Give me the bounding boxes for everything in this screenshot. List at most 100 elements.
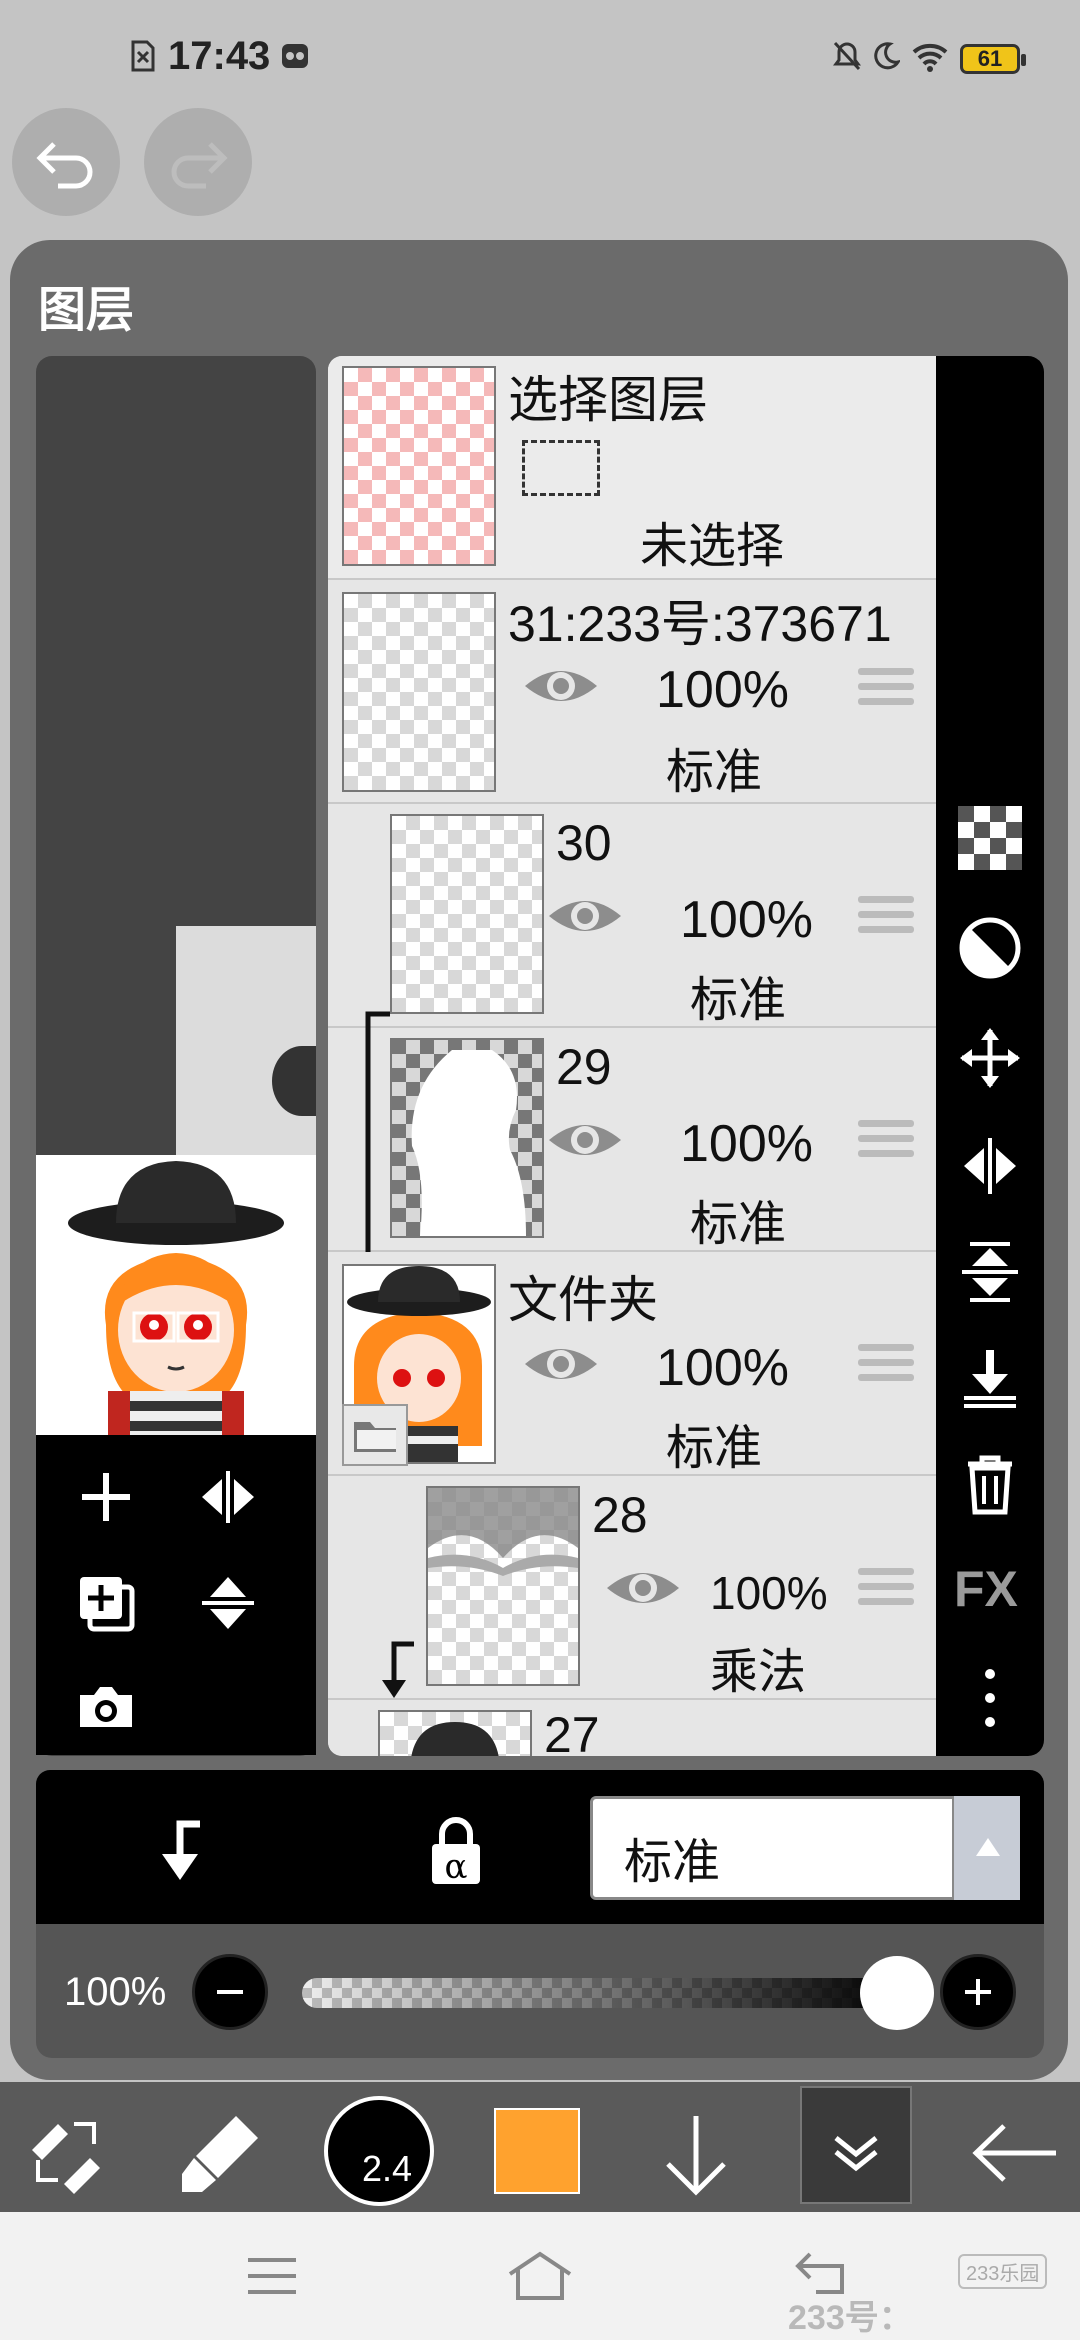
folder-row[interactable]: 文件夹 100% 标准 xyxy=(328,1252,936,1476)
layer-thumbnail xyxy=(390,1038,544,1238)
plus-icon xyxy=(965,1979,991,2005)
silhouette-mask-image xyxy=(411,1050,526,1236)
visibility-eye-icon[interactable] xyxy=(546,890,624,942)
home-icon[interactable] xyxy=(504,2248,576,2304)
layer-blend-mode: 标准 xyxy=(666,746,763,799)
layer-name: 29 xyxy=(556,1039,612,1095)
sim-off-icon xyxy=(131,40,155,72)
layer-blend-mode: 标准 xyxy=(666,1422,763,1475)
triangle-up-icon xyxy=(976,1838,1000,1856)
fx-button[interactable]: FX xyxy=(954,1560,1018,1618)
canvas-sheet xyxy=(176,926,316,1156)
layer-name: 28 xyxy=(592,1487,648,1543)
drag-handle-icon[interactable] xyxy=(858,1120,914,1164)
layer-thumbnail xyxy=(342,592,496,792)
selection-layer-thumbnail xyxy=(342,366,496,566)
trash-icon[interactable] xyxy=(958,1452,1022,1516)
layer-name: 选择图层 xyxy=(508,372,708,428)
layer-name: 30 xyxy=(556,815,612,871)
opacity-slider-track[interactable] xyxy=(302,1978,902,2008)
folder-icon xyxy=(354,1422,396,1452)
layer-opacity: 100% xyxy=(656,1339,789,1397)
duplicate-layer-icon[interactable] xyxy=(74,1571,138,1635)
clip-to-below-icon[interactable] xyxy=(144,1814,214,1884)
color-swatch[interactable] xyxy=(494,2108,580,2194)
alpha-lock-icon[interactable]: α xyxy=(416,1810,496,1890)
clip-arrow-icon xyxy=(382,1641,414,1698)
opacity-increase-button[interactable] xyxy=(940,1954,1016,2030)
layer-opacity: 100% xyxy=(680,1115,813,1173)
flip-horizontal-icon[interactable] xyxy=(196,1465,260,1529)
layer-row[interactable]: 29 100% 标准 xyxy=(328,1028,936,1252)
chevrons-down-icon xyxy=(834,2136,878,2172)
status-time: 17:43 xyxy=(168,34,271,78)
layer-actions-strip: FX xyxy=(936,356,1044,1756)
svg-text:α: α xyxy=(445,1847,468,1887)
panel-title: 图层 xyxy=(38,284,135,337)
camera-icon[interactable] xyxy=(74,1675,138,1739)
flip-vertical-icon[interactable] xyxy=(196,1571,260,1635)
layer-row[interactable]: 28 100% 乘法 xyxy=(328,1476,936,1700)
layer-thumbnail xyxy=(426,1486,580,1686)
merge-down-icon[interactable] xyxy=(958,1346,1022,1410)
watermark-text: 233号：373671353 xyxy=(788,2299,958,2340)
folder-name: 文件夹 xyxy=(508,1272,658,1328)
menu-icon[interactable] xyxy=(244,2254,300,2298)
shading-layer-image xyxy=(428,1488,578,1576)
brush-size-value: 2.4 xyxy=(362,2148,413,2189)
drag-handle-icon[interactable] xyxy=(858,1568,914,1612)
selection-state: 未选择 xyxy=(640,520,785,573)
arrow-down-icon[interactable] xyxy=(660,2110,732,2200)
watermark-logo: 233乐园 xyxy=(958,2254,1048,2289)
layer-preview xyxy=(36,1155,316,1435)
drag-handle-icon[interactable] xyxy=(858,668,914,712)
layer-row[interactable]: 30 100% 标准 xyxy=(328,804,936,1028)
flip-horizontal-icon[interactable] xyxy=(958,1134,1022,1198)
add-layer-icon[interactable] xyxy=(74,1465,138,1529)
minus-icon xyxy=(217,1990,243,1994)
opacity-decrease-button[interactable] xyxy=(192,1954,268,2030)
layer-blend-mode: 标准 xyxy=(690,974,787,1027)
visibility-eye-icon[interactable] xyxy=(522,1338,600,1390)
blend-dropdown-button[interactable] xyxy=(952,1796,1020,1900)
opacity-slider-knob[interactable] xyxy=(860,1956,934,2030)
layer-thumbnail xyxy=(378,1710,532,1756)
opacity-label: 100% xyxy=(64,1970,167,2014)
drag-handle-icon[interactable] xyxy=(858,896,914,940)
visibility-eye-icon[interactable] xyxy=(546,1114,624,1166)
layer-opacity: 100% xyxy=(710,1567,828,1619)
more-options-icon[interactable] xyxy=(958,1666,1022,1730)
layer-row[interactable]: 31:233号:373671 100% 标准 xyxy=(328,580,936,804)
hat-layer-image xyxy=(411,1722,499,1756)
layer-opacity: 100% xyxy=(680,891,813,949)
layer-blend-mode: 标准 xyxy=(690,1198,787,1251)
visibility-eye-icon[interactable] xyxy=(604,1562,682,1614)
layers-tool-button[interactable] xyxy=(800,2086,912,2204)
tool-swap-icon[interactable] xyxy=(24,2110,108,2194)
layer-name: 31:233号:373671 xyxy=(508,596,892,652)
left-toolbox xyxy=(36,1435,316,1755)
flip-vertical-icon[interactable] xyxy=(958,1240,1022,1304)
battery-indicator: 61 xyxy=(960,44,1026,74)
selection-marquee-icon xyxy=(522,440,600,496)
moon-icon xyxy=(874,42,900,70)
undo-button[interactable] xyxy=(12,108,120,216)
selection-layer-row[interactable]: 选择图层 未选择 xyxy=(328,356,936,580)
mute-icon xyxy=(833,41,861,71)
layer-thumbnail xyxy=(390,814,544,1014)
layers-list[interactable]: 选择图层 未选择 31:233号:373671 100% 标准 30 100% … xyxy=(328,356,936,1756)
visibility-eye-icon[interactable] xyxy=(522,660,600,712)
layer-opacity: 100% xyxy=(656,661,789,719)
transparency-checker-icon[interactable] xyxy=(958,806,1022,870)
clipping-mask-icon[interactable] xyxy=(958,916,1022,980)
undo-icon xyxy=(36,142,93,189)
redo-button[interactable] xyxy=(144,108,252,216)
drag-handle-icon[interactable] xyxy=(858,1344,914,1388)
layer-blend-mode: 乘法 xyxy=(710,1646,807,1699)
app-notification-icon xyxy=(282,44,308,68)
back-arrow-icon[interactable] xyxy=(970,2118,1060,2188)
blend-mode-value: 标准 xyxy=(624,1836,721,1889)
brush-icon[interactable] xyxy=(176,2108,266,2198)
layer-row[interactable]: 27 xyxy=(328,1700,936,1756)
move-icon[interactable] xyxy=(958,1026,1022,1090)
